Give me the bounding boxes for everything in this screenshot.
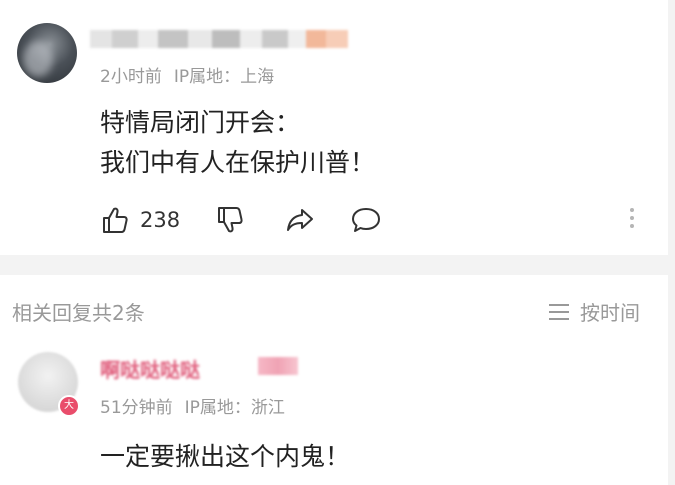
- comment-ip-location: IP属地：上海: [173, 67, 275, 87]
- dislike-button[interactable]: [215, 204, 245, 236]
- thumbs-up-icon: [103, 207, 128, 233]
- comment-icon: [352, 208, 380, 232]
- sort-by-time-button[interactable]: 按时间: [548, 297, 640, 326]
- commenter-avatar[interactable]: [17, 23, 77, 83]
- replies-count-header: 相关回复共2条: [12, 301, 145, 325]
- replier-username-redacted: [258, 357, 298, 375]
- reply-time: 51分钟前: [100, 398, 173, 418]
- replier-username[interactable]: 啊哒哒哒哒: [100, 354, 200, 383]
- comment-meta: 2小时前 IP属地：上海: [100, 62, 274, 87]
- more-vertical-icon[interactable]: [628, 208, 636, 234]
- level-badge: 大: [58, 395, 80, 417]
- thumbs-down-icon: [218, 207, 243, 233]
- commenter-username-redacted[interactable]: [90, 30, 348, 48]
- comment-time: 2小时前: [100, 67, 162, 87]
- reply-text: 一定要揪出这个内鬼！: [100, 442, 351, 471]
- comment-text-line-1: 特情局闭门开会：: [100, 108, 301, 137]
- sort-lines-icon: [549, 303, 569, 320]
- like-count: 238: [140, 208, 181, 232]
- like-button[interactable]: 238: [100, 204, 180, 236]
- sort-label: 按时间: [580, 301, 640, 325]
- share-icon: [287, 209, 313, 231]
- comment-text-line-2: 我们中有人在保护川普！: [100, 148, 376, 177]
- reply-button[interactable]: [350, 204, 382, 236]
- comment-action-bar: 238: [0, 200, 668, 240]
- reply-ip-location: IP属地：浙江: [184, 398, 285, 418]
- reply-meta: 51分钟前 IP属地：浙江: [100, 393, 285, 418]
- share-button[interactable]: [285, 204, 315, 236]
